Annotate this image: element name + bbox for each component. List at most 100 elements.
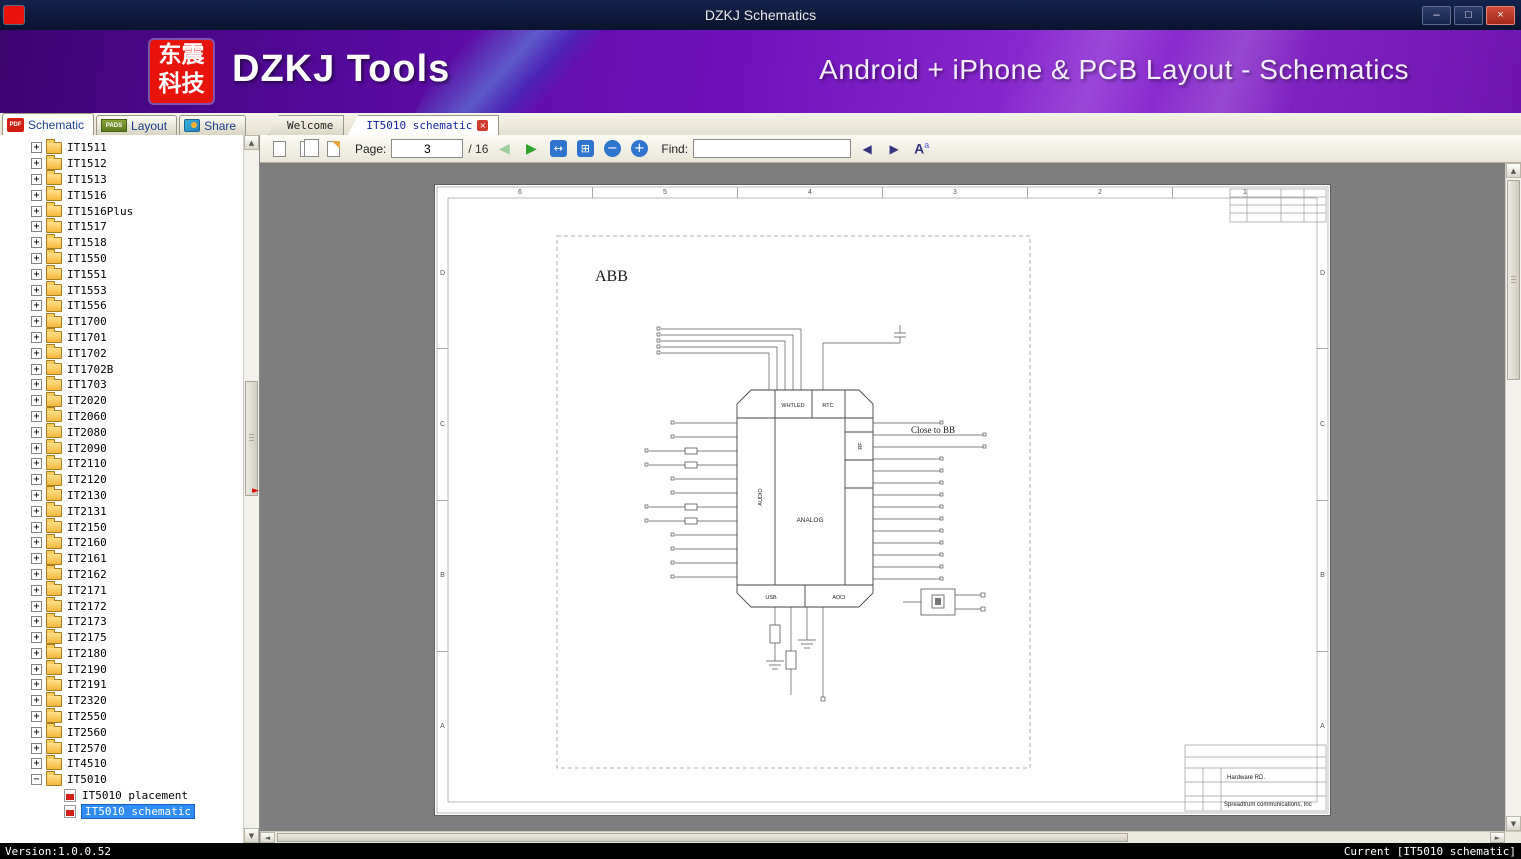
match-case-icon[interactable]: Aa xyxy=(914,140,929,157)
horizontal-scroll-thumb[interactable] xyxy=(277,833,1128,842)
expander-icon[interactable]: + xyxy=(31,300,42,312)
expander-icon[interactable]: + xyxy=(31,426,42,438)
tree-item-folder[interactable]: + IT2172 xyxy=(0,597,243,614)
tree-item-folder[interactable]: + IT2060 xyxy=(0,407,243,425)
next-page-button[interactable]: ▶ xyxy=(520,138,542,160)
pdf-viewer[interactable]: 654321 DCBA DCBA ABB WHTLED RTC ANALOG U… xyxy=(260,163,1505,831)
expander-icon[interactable]: + xyxy=(31,173,42,185)
expander-icon[interactable]: + xyxy=(31,347,42,359)
expander-icon[interactable]: + xyxy=(31,616,42,628)
horizontal-scroll-track[interactable] xyxy=(275,832,1490,843)
sidebar-collapse-handle[interactable]: ► xyxy=(252,487,259,496)
tree-item-folder[interactable]: + IT2080 xyxy=(0,423,243,440)
tree-item-folder[interactable]: + IT2161 xyxy=(0,549,243,567)
expander-icon[interactable]: + xyxy=(31,711,42,723)
close-button[interactable]: × xyxy=(1486,5,1515,25)
expander-icon[interactable]: + xyxy=(31,568,42,580)
tree-item-folder[interactable]: + IT1518 xyxy=(0,233,243,251)
tree-item-folder[interactable]: + IT2131 xyxy=(0,502,243,519)
expander-icon[interactable]: + xyxy=(31,331,42,343)
fit-width-button[interactable]: ↔ xyxy=(547,138,569,160)
expander-icon[interactable]: + xyxy=(31,379,42,391)
tree-item-folder[interactable]: + IT2020 xyxy=(0,391,243,409)
scroll-right-icon[interactable]: ► xyxy=(1490,832,1505,843)
expander-icon[interactable]: + xyxy=(31,316,42,328)
expander-icon[interactable]: + xyxy=(31,442,42,454)
expander-icon[interactable]: + xyxy=(31,142,42,154)
tree-item-folder[interactable]: + IT2150 xyxy=(0,518,243,535)
tree-item-folder[interactable]: + IT2110 xyxy=(0,454,243,472)
tree-item-folder[interactable]: + IT2570 xyxy=(0,739,243,756)
tree-item-folder[interactable]: + IT2191 xyxy=(0,675,243,693)
tree-item-folder[interactable]: + IT2180 xyxy=(0,644,243,662)
scroll-left-icon[interactable]: ◄ xyxy=(260,832,275,843)
find-previous-button[interactable]: ◀ xyxy=(856,138,878,160)
expander-icon[interactable]: + xyxy=(31,284,42,296)
tree-item-folder[interactable]: + IT1700 xyxy=(0,312,243,330)
expander-icon[interactable]: + xyxy=(31,189,42,201)
expander-icon[interactable]: + xyxy=(31,489,42,501)
expander-icon[interactable]: + xyxy=(31,205,42,217)
expander-icon[interactable]: + xyxy=(31,252,42,264)
close-tab-icon[interactable]: × xyxy=(477,120,489,131)
tree-item-folder[interactable]: + IT2090 xyxy=(0,439,243,456)
scroll-up-icon[interactable]: ▲ xyxy=(1506,163,1521,178)
page-number-input[interactable] xyxy=(391,139,464,158)
tab-schematic[interactable]: PDF Schematic xyxy=(2,113,95,135)
tree-item-folder[interactable]: + IT2320 xyxy=(0,691,243,709)
tab-layout[interactable]: PADS Layout xyxy=(96,115,178,135)
expander-icon[interactable]: + xyxy=(31,600,42,612)
tree-item-folder[interactable]: + IT2560 xyxy=(0,723,243,740)
tree-item-folder[interactable]: + IT1516Plus xyxy=(0,202,243,219)
expander-icon[interactable]: + xyxy=(31,679,42,691)
doc-tab-welcome[interactable]: Welcome xyxy=(268,115,345,135)
tree-item-folder[interactable]: + IT1702B xyxy=(0,360,243,377)
expander-icon[interactable]: + xyxy=(31,395,42,407)
fit-page-button[interactable]: ⊞ xyxy=(574,138,596,160)
tree-item-folder[interactable]: + IT1513 xyxy=(0,170,243,188)
facing-pages-view-button[interactable] xyxy=(295,138,319,160)
continuous-view-button[interactable] xyxy=(322,138,344,160)
doc-tab-it5010-schematic[interactable]: IT5010 schematic × xyxy=(347,115,500,135)
expander-icon[interactable]: + xyxy=(31,363,42,375)
tree-item-folder[interactable]: + IT1702 xyxy=(0,344,243,361)
expander-icon[interactable]: + xyxy=(31,553,42,565)
find-input[interactable] xyxy=(693,139,852,158)
expander-icon[interactable]: + xyxy=(31,410,42,422)
sidebar-scroll-thumb[interactable] xyxy=(245,380,258,496)
expander-icon[interactable]: + xyxy=(31,632,42,644)
tree-item-folder[interactable]: + IT1512 xyxy=(0,154,243,172)
find-next-button[interactable]: ▶ xyxy=(883,138,905,160)
tree-item-folder[interactable]: + IT1516 xyxy=(0,186,243,203)
expander-icon[interactable]: + xyxy=(31,268,42,280)
expander-icon[interactable]: + xyxy=(31,647,42,659)
tree-item-folder[interactable]: + IT2162 xyxy=(0,565,243,583)
viewer-scroll-track[interactable] xyxy=(1506,178,1521,816)
expander-icon[interactable]: + xyxy=(31,158,42,170)
tree-item-folder[interactable]: + IT1550 xyxy=(0,249,243,267)
tree-item-folder[interactable]: + IT4510 xyxy=(0,754,243,772)
scroll-down-icon[interactable]: ▼ xyxy=(1506,816,1521,831)
zoom-out-button[interactable]: − xyxy=(601,138,623,160)
viewer-scrollbar[interactable]: ▲ ▼ xyxy=(1505,163,1521,831)
expander-icon[interactable]: + xyxy=(31,726,42,738)
tree-item-file[interactable]: IT5010 placement xyxy=(0,788,243,804)
tree-item-folder[interactable]: + IT2190 xyxy=(0,660,243,677)
expander-icon[interactable]: + xyxy=(31,742,42,754)
tree-item-folder[interactable]: + IT1511 xyxy=(0,138,243,156)
expander-icon[interactable]: + xyxy=(31,758,42,770)
expander-icon[interactable]: + xyxy=(31,521,42,533)
tree-item-folder[interactable]: + IT2171 xyxy=(0,581,243,598)
expander-icon[interactable]: + xyxy=(31,458,42,470)
tree-item-folder[interactable]: + IT1703 xyxy=(0,375,243,393)
tree-item-folder[interactable]: + IT2130 xyxy=(0,486,243,504)
tab-share[interactable]: Share xyxy=(179,115,247,135)
expander-icon[interactable]: + xyxy=(31,505,42,517)
tree-item-folder[interactable]: + IT2160 xyxy=(0,533,243,551)
tree-item-folder[interactable]: + IT2120 xyxy=(0,470,243,488)
viewer-scroll-thumb[interactable] xyxy=(1507,180,1520,380)
tree-item-folder[interactable]: + IT1517 xyxy=(0,217,243,235)
tree-item-folder[interactable]: + IT2175 xyxy=(0,628,243,646)
tree-item-file[interactable]: IT5010 schematic xyxy=(0,803,243,819)
tree-item-folder[interactable]: + IT1553 xyxy=(0,281,243,298)
